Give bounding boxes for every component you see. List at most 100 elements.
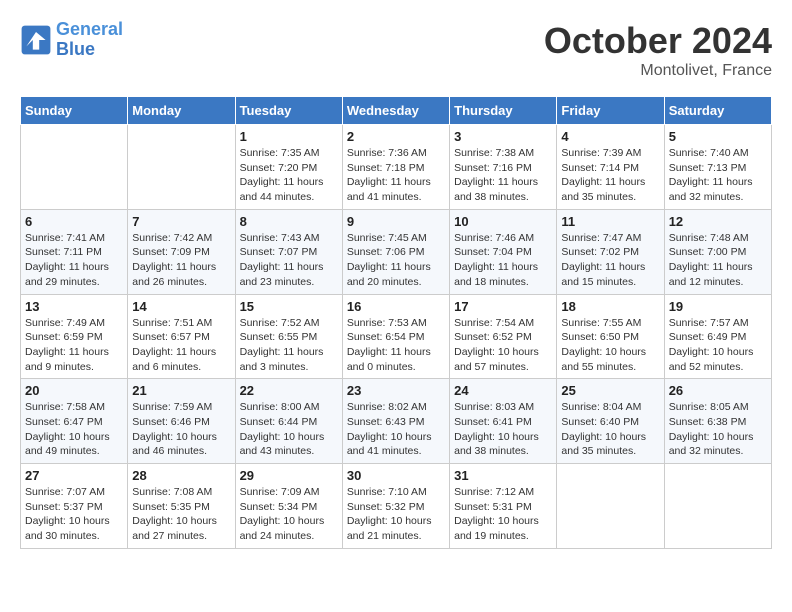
header-day-sunday: Sunday — [21, 97, 128, 125]
day-info: Sunrise: 7:59 AMSunset: 6:46 PMDaylight:… — [132, 400, 230, 459]
calendar-cell: 31 Sunrise: 7:12 AMSunset: 5:31 PMDayligh… — [450, 464, 557, 549]
calendar-cell: 1Sunrise: 7:35 AMSunset: 7:20 PMDaylight… — [235, 125, 342, 210]
calendar-cell: 2 Sunrise: 7:36 AMSunset: 7:18 PMDaylight… — [342, 125, 449, 210]
header-day-wednesday: Wednesday — [342, 97, 449, 125]
day-info: Sunrise: 7:52 AMSunset: 6:55 PMDaylight:… — [240, 316, 338, 375]
day-number: 17 — [454, 299, 552, 314]
day-info: Sunrise: 7:38 AMSunset: 7:16 PMDaylight:… — [454, 146, 552, 205]
day-number: 24 — [454, 383, 552, 398]
header-day-tuesday: Tuesday — [235, 97, 342, 125]
calendar-cell: 19 Sunrise: 7:57 AMSunset: 6:49 PMDayligh… — [664, 294, 771, 379]
day-info: Sunrise: 7:42 AMSunset: 7:09 PMDaylight:… — [132, 231, 230, 290]
day-info: Sunrise: 7:39 AMSunset: 7:14 PMDaylight:… — [561, 146, 659, 205]
day-number: 12 — [669, 214, 767, 229]
logo-line1: General — [56, 19, 123, 39]
calendar-cell: 23 Sunrise: 8:02 AMSunset: 6:43 PMDayligh… — [342, 379, 449, 464]
day-number: 4 — [561, 129, 659, 144]
day-number: 3 — [454, 129, 552, 144]
header-day-thursday: Thursday — [450, 97, 557, 125]
calendar-cell: 15 Sunrise: 7:52 AMSunset: 6:55 PMDayligh… — [235, 294, 342, 379]
day-info: Sunrise: 8:00 AMSunset: 6:44 PMDaylight:… — [240, 400, 338, 459]
calendar-cell: 8Sunrise: 7:43 AMSunset: 7:07 PMDaylight… — [235, 209, 342, 294]
calendar-cell: 22 Sunrise: 8:00 AMSunset: 6:44 PMDayligh… — [235, 379, 342, 464]
day-number: 25 — [561, 383, 659, 398]
day-info: Sunrise: 7:36 AMSunset: 7:18 PMDaylight:… — [347, 146, 445, 205]
day-number: 31 — [454, 468, 552, 483]
calendar-cell: 7Sunrise: 7:42 AMSunset: 7:09 PMDaylight… — [128, 209, 235, 294]
calendar-cell: 20Sunrise: 7:58 AMSunset: 6:47 PMDayligh… — [21, 379, 128, 464]
calendar-cell: 11Sunrise: 7:47 AMSunset: 7:02 PMDayligh… — [557, 209, 664, 294]
header-day-monday: Monday — [128, 97, 235, 125]
calendar-cell: 24 Sunrise: 8:03 AMSunset: 6:41 PMDayligh… — [450, 379, 557, 464]
calendar-cell: 5 Sunrise: 7:40 AMSunset: 7:13 PMDaylight… — [664, 125, 771, 210]
calendar-cell: 28 Sunrise: 7:08 AMSunset: 5:35 PMDayligh… — [128, 464, 235, 549]
day-info: Sunrise: 7:41 AMSunset: 7:11 PMDaylight:… — [25, 231, 123, 290]
calendar-cell — [128, 125, 235, 210]
calendar-cell: 18 Sunrise: 7:55 AMSunset: 6:50 PMDayligh… — [557, 294, 664, 379]
location: Montolivet, France — [544, 62, 772, 80]
day-info: Sunrise: 7:53 AMSunset: 6:54 PMDaylight:… — [347, 316, 445, 375]
day-info: Sunrise: 7:35 AMSunset: 7:20 PMDaylight:… — [240, 146, 338, 205]
day-info: Sunrise: 7:45 AMSunset: 7:06 PMDaylight:… — [347, 231, 445, 290]
calendar-cell: 30 Sunrise: 7:10 AMSunset: 5:32 PMDayligh… — [342, 464, 449, 549]
day-number: 19 — [669, 299, 767, 314]
logo-text: General Blue — [56, 20, 123, 60]
calendar-cell — [21, 125, 128, 210]
day-number: 11 — [561, 214, 659, 229]
day-number: 28 — [132, 468, 230, 483]
calendar-cell: 26Sunrise: 8:05 AMSunset: 6:38 PMDayligh… — [664, 379, 771, 464]
calendar-cell: 13 Sunrise: 7:49 AMSunset: 6:59 PMDayligh… — [21, 294, 128, 379]
day-info: Sunrise: 7:55 AMSunset: 6:50 PMDaylight:… — [561, 316, 659, 375]
calendar-cell — [664, 464, 771, 549]
day-info: Sunrise: 7:51 AMSunset: 6:57 PMDaylight:… — [132, 316, 230, 375]
calendar-cell: 10 Sunrise: 7:46 AMSunset: 7:04 PMDayligh… — [450, 209, 557, 294]
day-number: 9 — [347, 214, 445, 229]
day-number: 2 — [347, 129, 445, 144]
day-info: Sunrise: 7:12 AMSunset: 5:31 PMDaylight:… — [454, 485, 552, 544]
day-number: 27 — [25, 468, 123, 483]
day-info: Sunrise: 7:08 AMSunset: 5:35 PMDaylight:… — [132, 485, 230, 544]
logo: General Blue — [20, 20, 123, 60]
page-header: General Blue October 2024 Montolivet, Fr… — [20, 20, 772, 80]
day-number: 5 — [669, 129, 767, 144]
day-number: 13 — [25, 299, 123, 314]
header-day-friday: Friday — [557, 97, 664, 125]
day-info: Sunrise: 7:07 AMSunset: 5:37 PMDaylight:… — [25, 485, 123, 544]
day-info: Sunrise: 7:49 AMSunset: 6:59 PMDaylight:… — [25, 316, 123, 375]
day-info: Sunrise: 7:10 AMSunset: 5:32 PMDaylight:… — [347, 485, 445, 544]
calendar-cell: 6Sunrise: 7:41 AMSunset: 7:11 PMDaylight… — [21, 209, 128, 294]
day-info: Sunrise: 7:46 AMSunset: 7:04 PMDaylight:… — [454, 231, 552, 290]
calendar-cell: 25 Sunrise: 8:04 AMSunset: 6:40 PMDayligh… — [557, 379, 664, 464]
calendar-week-2: 13 Sunrise: 7:49 AMSunset: 6:59 PMDayligh… — [21, 294, 772, 379]
calendar-week-4: 27 Sunrise: 7:07 AMSunset: 5:37 PMDayligh… — [21, 464, 772, 549]
calendar-cell: 14 Sunrise: 7:51 AMSunset: 6:57 PMDayligh… — [128, 294, 235, 379]
day-number: 20 — [25, 383, 123, 398]
calendar-week-1: 6Sunrise: 7:41 AMSunset: 7:11 PMDaylight… — [21, 209, 772, 294]
calendar-cell: 3 Sunrise: 7:38 AMSunset: 7:16 PMDaylight… — [450, 125, 557, 210]
calendar-cell: 16Sunrise: 7:53 AMSunset: 6:54 PMDayligh… — [342, 294, 449, 379]
day-info: Sunrise: 7:09 AMSunset: 5:34 PMDaylight:… — [240, 485, 338, 544]
day-number: 18 — [561, 299, 659, 314]
calendar-week-0: 1Sunrise: 7:35 AMSunset: 7:20 PMDaylight… — [21, 125, 772, 210]
calendar-cell: 17Sunrise: 7:54 AMSunset: 6:52 PMDayligh… — [450, 294, 557, 379]
day-number: 14 — [132, 299, 230, 314]
month-title: October 2024 — [544, 20, 772, 62]
day-info: Sunrise: 7:40 AMSunset: 7:13 PMDaylight:… — [669, 146, 767, 205]
calendar-cell — [557, 464, 664, 549]
day-number: 8 — [240, 214, 338, 229]
day-info: Sunrise: 8:02 AMSunset: 6:43 PMDaylight:… — [347, 400, 445, 459]
calendar-table: SundayMondayTuesdayWednesdayThursdayFrid… — [20, 96, 772, 549]
day-number: 10 — [454, 214, 552, 229]
logo-icon — [20, 24, 52, 56]
day-info: Sunrise: 8:05 AMSunset: 6:38 PMDaylight:… — [669, 400, 767, 459]
day-info: Sunrise: 8:03 AMSunset: 6:41 PMDaylight:… — [454, 400, 552, 459]
day-number: 22 — [240, 383, 338, 398]
calendar-cell: 27 Sunrise: 7:07 AMSunset: 5:37 PMDayligh… — [21, 464, 128, 549]
day-number: 30 — [347, 468, 445, 483]
calendar-cell: 29Sunrise: 7:09 AMSunset: 5:34 PMDayligh… — [235, 464, 342, 549]
day-number: 15 — [240, 299, 338, 314]
day-info: Sunrise: 7:57 AMSunset: 6:49 PMDaylight:… — [669, 316, 767, 375]
day-info: Sunrise: 7:48 AMSunset: 7:00 PMDaylight:… — [669, 231, 767, 290]
day-number: 23 — [347, 383, 445, 398]
day-info: Sunrise: 8:04 AMSunset: 6:40 PMDaylight:… — [561, 400, 659, 459]
